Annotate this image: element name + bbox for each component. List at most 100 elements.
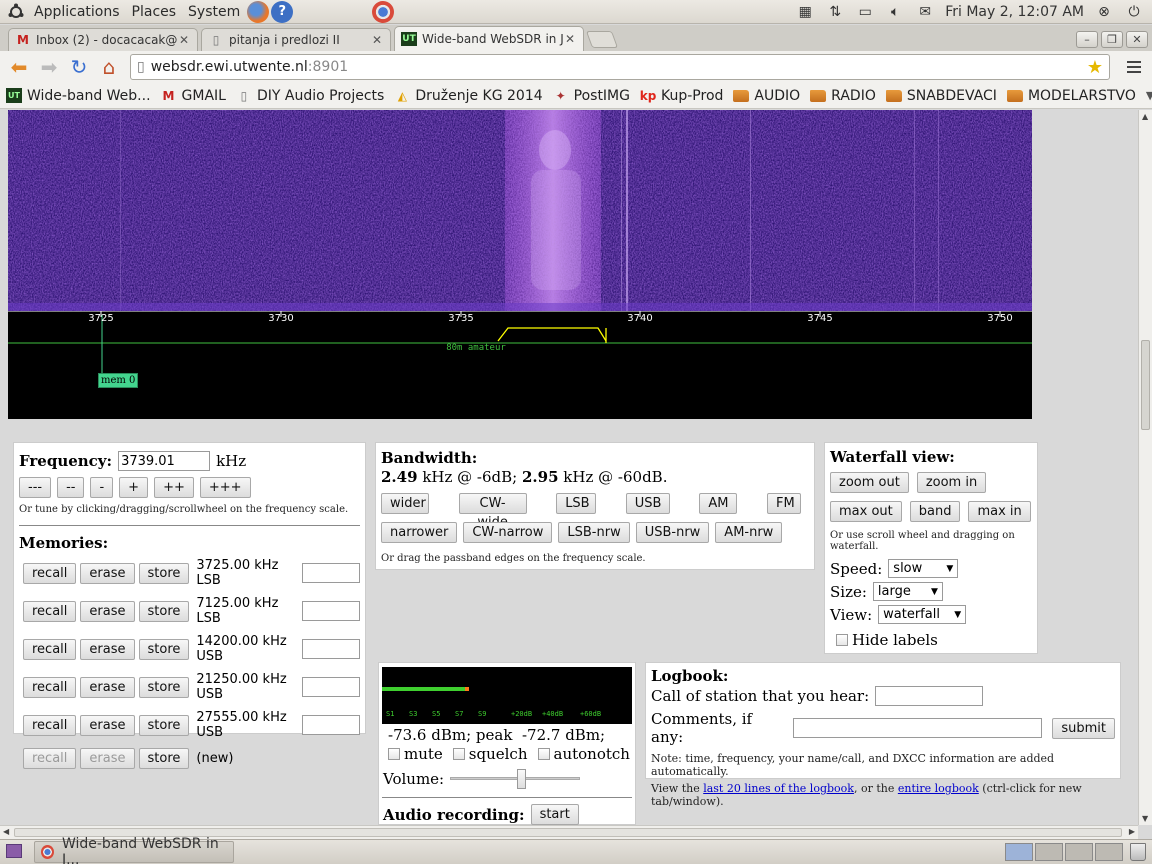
tab-inbox[interactable]: M Inbox (2) - docacacak@ ✕ [8,28,198,51]
scroll-down-icon[interactable]: ▼ [1142,814,1148,823]
usb-nrw-button[interactable]: USB-nrw [635,522,710,543]
bookmark-folder-radio[interactable]: RADIO [810,88,876,104]
submit-button[interactable]: submit [1052,717,1115,739]
volume-slider[interactable] [450,769,581,789]
ubuntu-logo-icon[interactable] [6,2,26,22]
places-menu[interactable]: Places [126,4,183,20]
hide-labels-checkbox[interactable] [836,634,848,646]
store-button[interactable]: store [138,676,190,698]
speed-select[interactable]: slow ▼ [888,559,959,578]
recall-button[interactable]: recall [23,562,77,584]
step-down-1-button[interactable]: - [90,477,114,498]
network-icon[interactable]: ⇅ [825,3,845,21]
applications-menu[interactable]: Applications [28,4,126,20]
scroll-up-icon[interactable]: ▲ [1142,112,1148,121]
home-icon[interactable]: ⌂ [96,54,122,80]
step-up-1-button[interactable]: + [119,477,149,498]
frequency-input[interactable] [118,451,211,471]
show-desktop-icon[interactable] [6,844,22,858]
max-in-button[interactable]: max in [968,501,1031,522]
tab-pitanja[interactable]: ▯ pitanja i predlozi II ✕ [201,28,391,51]
panel-clock[interactable]: Fri May 2, 12:07 AM [945,4,1084,20]
scroll-right-icon[interactable]: ▶ [1129,827,1135,836]
maximize-button[interactable]: ❐ [1101,31,1123,48]
max-out-button[interactable]: max out [830,501,902,522]
workspace-3[interactable] [1065,843,1093,861]
comments-input[interactable] [793,718,1043,738]
bookmark-websdr[interactable]: UT Wide-band Web... [6,88,151,104]
recall-button[interactable]: recall [23,638,77,660]
volume-slider-handle[interactable] [516,769,526,789]
tab-websdr[interactable]: UT Wide-band WebSDR in J ✕ [394,26,584,51]
bookmark-gmail[interactable]: M GMAIL [161,88,226,104]
bookmark-postimg[interactable]: ✦ PostIMG [553,88,630,104]
last-20-lines-link[interactable]: last 20 lines of the logbook [703,782,854,795]
workspace-switcher[interactable] [1005,843,1123,861]
store-button[interactable]: store [138,562,190,584]
memory-label-input[interactable] [302,677,360,697]
lsb-button[interactable]: LSB [556,493,597,514]
erase-button[interactable]: erase [80,714,135,736]
back-icon[interactable]: ⬅ [6,54,32,80]
step-down-2-button[interactable]: -- [57,477,85,498]
step-up-2-button[interactable]: ++ [154,477,194,498]
scroll-left-icon[interactable]: ◀ [3,827,9,836]
entire-logbook-link[interactable]: entire logbook [898,782,979,795]
reload-icon[interactable]: ↻ [66,54,92,80]
mail-icon[interactable]: ✉ [915,3,935,21]
address-bar[interactable]: ▯ websdr.ewi.utwente.nl:8901 ★ [130,54,1110,80]
vertical-scrollbar[interactable]: ▲ ▼ [1138,110,1152,825]
system-menu[interactable]: System [182,4,246,20]
zoom-in-button[interactable]: zoom in [916,472,987,493]
squelch-checkbox[interactable] [452,748,465,760]
workspace-1[interactable] [1005,843,1033,861]
fm-button[interactable]: FM [766,493,801,514]
erase-button[interactable]: erase [80,562,135,584]
cw-narrow-button[interactable]: CW-narrow [463,522,553,543]
band-button[interactable]: band [909,501,961,522]
close-icon[interactable]: ✕ [563,32,577,46]
minimize-button[interactable]: – [1076,31,1098,48]
firefox-icon[interactable] [247,0,270,23]
bookmark-diy-audio[interactable]: ▯ DIY Audio Projects [236,88,385,104]
workspace-4[interactable] [1095,843,1123,861]
erase-button[interactable]: erase [80,676,135,698]
store-button[interactable]: store [138,748,190,769]
erase-button[interactable]: erase [80,748,135,769]
bookmark-folder-modelarstvo[interactable]: MODELARSTVO [1006,88,1136,104]
volume-icon[interactable]: 🔈︎ [885,3,905,21]
scrollbar-thumb[interactable] [1141,340,1150,430]
autonotch-checkbox[interactable] [537,748,550,760]
chrome-launcher-icon[interactable] [372,0,395,23]
chevron-down-icon[interactable]: ▼ [1146,89,1152,102]
step-down-3-button[interactable]: --- [19,477,52,498]
close-icon[interactable]: ✕ [177,33,191,47]
mute-checkbox[interactable] [388,748,400,760]
call-input[interactable] [875,686,984,706]
store-button[interactable]: store [138,638,190,660]
close-icon[interactable]: ✕ [370,33,384,47]
help-icon[interactable]: ? [271,0,294,23]
bookmark-folder-snabdevaci[interactable]: SNABDEVACI [885,88,997,104]
recall-button[interactable]: recall [23,676,77,698]
taskbar-window-button[interactable]: Wide-band WebSDR in J... [34,836,234,864]
step-up-3-button[interactable]: +++ [199,477,251,498]
chrome-menu-icon[interactable] [1122,55,1146,79]
memory-marker[interactable]: mem 0 [98,373,139,388]
zoom-out-button[interactable]: zoom out [830,472,909,493]
recall-button[interactable]: recall [23,600,77,622]
close-window-button[interactable]: ✕ [1126,31,1148,48]
am-button[interactable]: AM [699,493,738,514]
lsb-nrw-button[interactable]: LSB-nrw [558,522,630,543]
memory-label-input[interactable] [302,563,360,583]
am-nrw-button[interactable]: AM-nrw [715,522,783,543]
cw-wide-button[interactable]: CW-wide [458,493,527,530]
new-tab-button[interactable] [585,31,619,48]
view-select[interactable]: waterfall ▼ [878,605,967,624]
store-button[interactable]: store [138,600,190,622]
memory-label-input[interactable] [302,715,360,735]
memory-label-input[interactable] [302,639,360,659]
trash-icon[interactable] [1130,843,1146,861]
workspace-2[interactable] [1035,843,1063,861]
erase-button[interactable]: erase [80,638,135,660]
